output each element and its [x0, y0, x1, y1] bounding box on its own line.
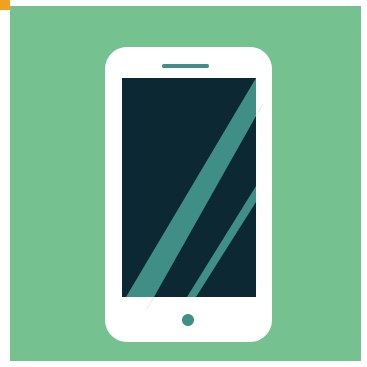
home-button [182, 314, 194, 326]
smartphone-icon [105, 47, 272, 342]
smartphone-illustration [10, 6, 361, 361]
icon-frame [0, 0, 367, 367]
phone-screen [122, 78, 256, 297]
corner-accent [0, 0, 10, 10]
speaker-slot [162, 64, 209, 68]
